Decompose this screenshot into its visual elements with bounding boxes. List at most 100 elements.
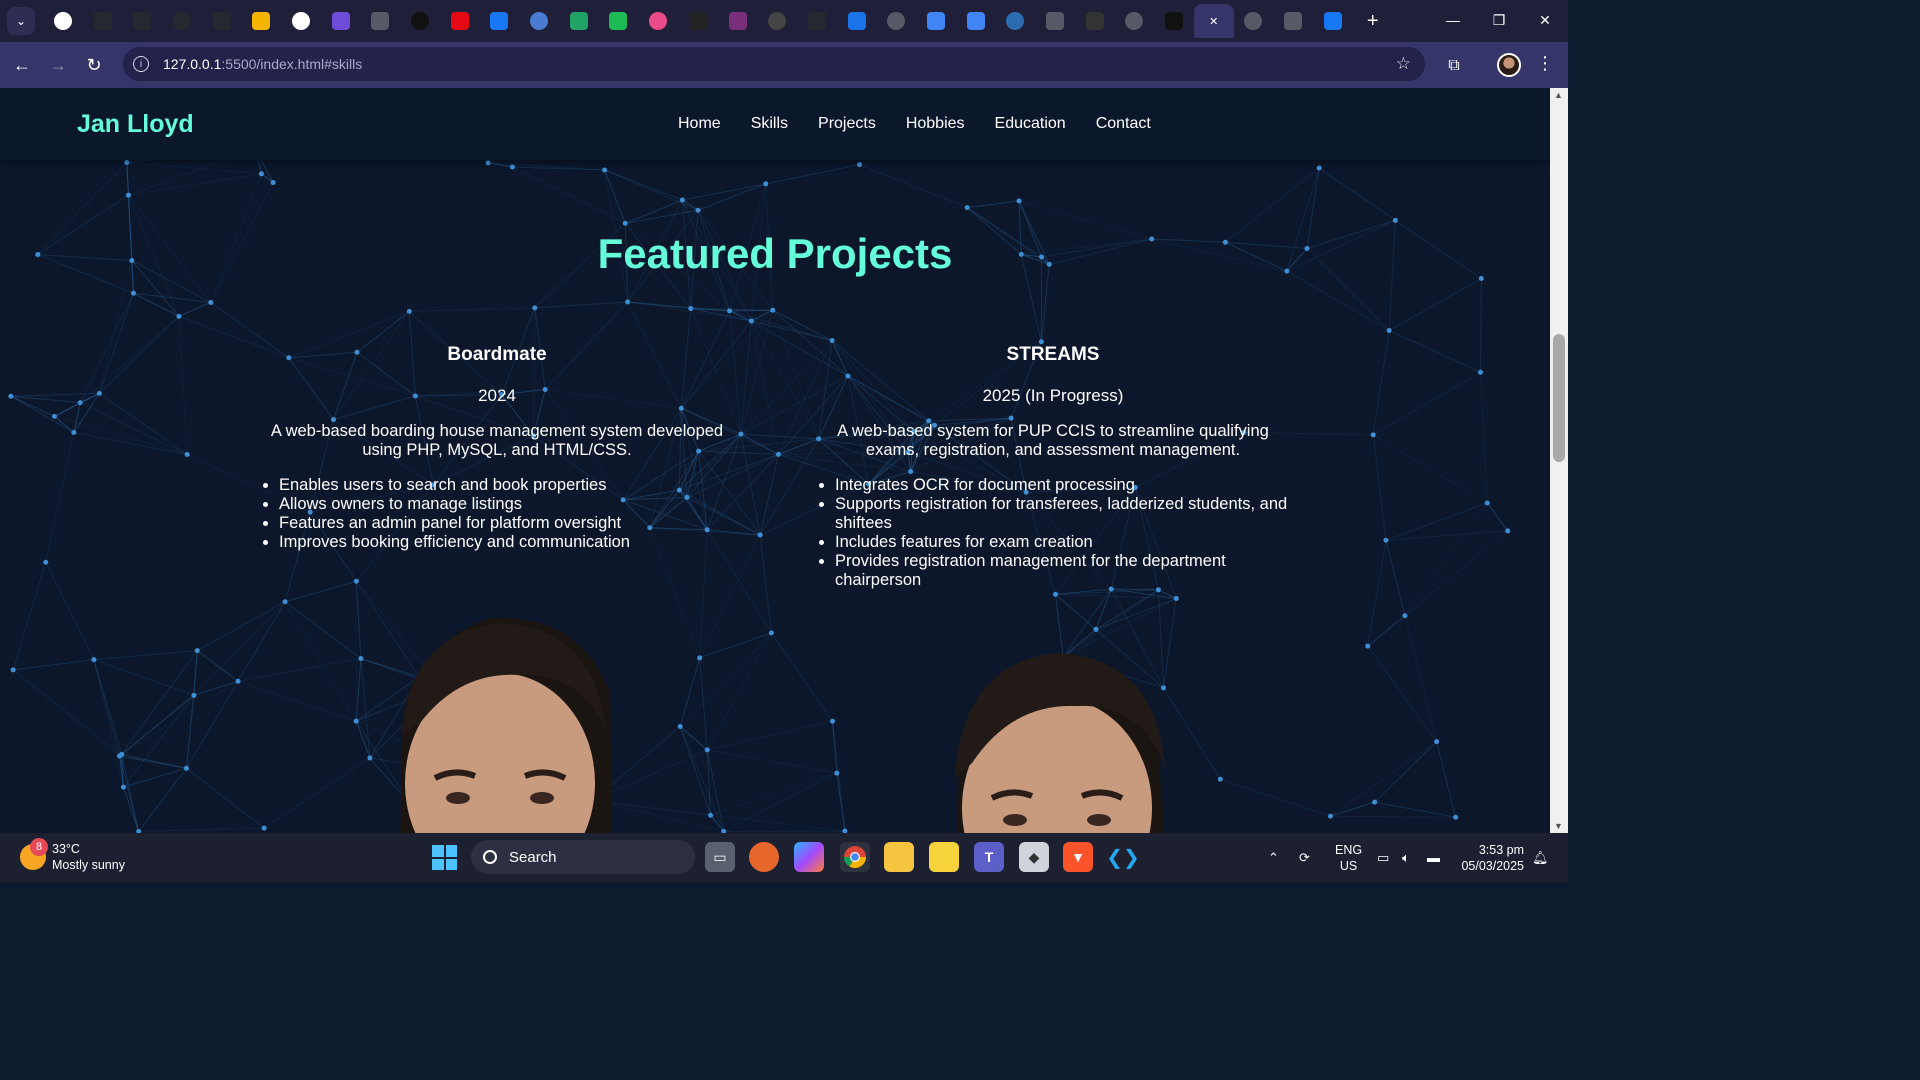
teams-icon[interactable]: T: [974, 842, 1004, 872]
browser-tab[interactable]: [1075, 4, 1115, 38]
browser-tab[interactable]: [43, 4, 83, 38]
scroll-up-arrow-icon[interactable]: ▲: [1554, 90, 1563, 100]
notification-bell-icon[interactable]: 🔔︎: [1532, 833, 1549, 882]
browser-tab[interactable]: [83, 4, 123, 38]
browser-tab[interactable]: [678, 4, 718, 38]
extensions-puzzle-icon[interactable]: ⧉: [1442, 54, 1466, 78]
site-navbar: Jan Lloyd Home Skills Projects Hobbies E…: [0, 88, 1550, 160]
sync-icon[interactable]: ⟳: [1299, 833, 1310, 882]
page-scrollbar[interactable]: ▲ ▼: [1550, 88, 1568, 833]
favicon-icon: [1085, 12, 1104, 30]
browser-tab[interactable]: [876, 4, 916, 38]
url-text[interactable]: 127.0.0.1:5500/index.html#skills: [163, 56, 362, 72]
roblox-icon[interactable]: ◆: [1019, 842, 1049, 872]
battery-icon[interactable]: ▬: [1427, 833, 1440, 882]
network-line: [12, 669, 120, 757]
reload-icon[interactable]: ↻: [76, 47, 112, 83]
vscode-icon[interactable]: ❮❯: [1106, 842, 1140, 872]
search-label: Search: [509, 848, 557, 866]
network-line: [697, 183, 766, 211]
system-clock[interactable]: 3:53 pm 05/03/2025: [1460, 842, 1524, 874]
sticky-notes-icon[interactable]: [929, 842, 959, 872]
minimize-icon[interactable]: —: [1430, 0, 1476, 40]
network-line: [1095, 588, 1112, 630]
browser-tab[interactable]: [916, 4, 956, 38]
taskbar-search[interactable]: Search: [471, 840, 695, 874]
browser-tab[interactable]: [757, 4, 797, 38]
weather-widget[interactable]: 8 33°C Mostly sunny: [20, 838, 125, 873]
new-tab-button[interactable]: +: [1359, 7, 1387, 35]
back-arrow-icon[interactable]: ←: [4, 47, 40, 83]
network-line: [237, 680, 357, 722]
browser-tab[interactable]: [122, 4, 162, 38]
network-icon[interactable]: ▭: [1377, 833, 1389, 882]
address-bar[interactable]: i 127.0.0.1:5500/index.html#skills ☆: [123, 47, 1425, 81]
nav-education[interactable]: Education: [995, 115, 1066, 133]
browser-tab[interactable]: [241, 4, 281, 38]
browser-tab[interactable]: [480, 4, 520, 38]
browser-tab[interactable]: [1273, 4, 1313, 38]
brave-icon[interactable]: ▼: [1063, 842, 1093, 872]
scroll-down-arrow-icon[interactable]: ▼: [1554, 821, 1563, 831]
profile-avatar[interactable]: [1497, 53, 1521, 77]
firefox-icon[interactable]: [749, 842, 779, 872]
site-info-icon[interactable]: i: [133, 56, 149, 72]
browser-tab[interactable]: [519, 4, 559, 38]
browser-tab[interactable]: [1234, 4, 1274, 38]
tab-close-icon[interactable]: ✕: [1205, 12, 1223, 30]
nav-projects[interactable]: Projects: [818, 115, 876, 133]
network-node: [1478, 369, 1484, 375]
nav-contact[interactable]: Contact: [1096, 115, 1151, 133]
browser-tab[interactable]: [321, 4, 361, 38]
nav-home[interactable]: Home: [678, 115, 721, 133]
browser-tab[interactable]: [797, 4, 837, 38]
copilot-icon[interactable]: [794, 842, 824, 872]
nav-skills[interactable]: Skills: [751, 115, 788, 133]
volume-icon[interactable]: 🔈︎: [1402, 833, 1410, 882]
browser-tab[interactable]: [718, 4, 758, 38]
browser-tab[interactable]: ✕: [1193, 4, 1234, 38]
forward-arrow-icon[interactable]: →: [40, 47, 76, 83]
windows-start-icon[interactable]: [432, 845, 457, 870]
network-line: [237, 601, 286, 682]
nav-hobbies[interactable]: Hobbies: [906, 115, 965, 133]
bookmark-star-icon[interactable]: ☆: [1396, 54, 1411, 74]
browser-tab[interactable]: [1035, 4, 1075, 38]
chrome-icon[interactable]: [840, 842, 870, 872]
section-title: Featured Projects: [597, 230, 953, 277]
browser-tab[interactable]: [1154, 4, 1194, 38]
browser-tab[interactable]: [440, 4, 480, 38]
browser-tab[interactable]: [599, 4, 639, 38]
windows-taskbar: 8 33°C Mostly sunny Search ▭ T ◆ ▼ ❮❯ ⌃ …: [0, 833, 1568, 882]
show-hidden-icons-icon[interactable]: ⌃: [1268, 833, 1279, 882]
browser-tab[interactable]: [1313, 4, 1353, 38]
tab-list: ✕: [43, 4, 1353, 38]
browser-tab[interactable]: [996, 4, 1036, 38]
browser-tab[interactable]: [281, 4, 321, 38]
browser-menu-icon[interactable]: ⋮: [1536, 53, 1554, 74]
file-explorer-icon[interactable]: [884, 842, 914, 872]
restore-icon[interactable]: ❐: [1476, 0, 1522, 40]
tab-search-icon[interactable]: ⌄: [7, 7, 35, 35]
browser-tab[interactable]: [202, 4, 242, 38]
scroll-thumb[interactable]: [1553, 334, 1565, 462]
browser-tab[interactable]: [956, 4, 996, 38]
task-view-icon[interactable]: ▭: [705, 842, 735, 872]
network-node: [10, 667, 16, 673]
network-line: [1330, 815, 1456, 818]
browser-tab[interactable]: [162, 4, 202, 38]
language-indicator[interactable]: ENG US: [1335, 842, 1362, 874]
browser-tab[interactable]: [559, 4, 599, 38]
close-icon[interactable]: ✕: [1522, 0, 1568, 40]
favicon-icon: [411, 12, 430, 30]
browser-tab[interactable]: [361, 4, 401, 38]
network-node: [708, 812, 714, 818]
network-line: [138, 767, 187, 832]
browser-tab[interactable]: [638, 4, 678, 38]
browser-tab[interactable]: [400, 4, 440, 38]
network-node: [91, 657, 97, 663]
region-code: US: [1339, 859, 1358, 873]
browser-tab[interactable]: [837, 4, 877, 38]
site-brand[interactable]: Jan Lloyd: [77, 110, 194, 139]
browser-tab[interactable]: [1115, 4, 1155, 38]
